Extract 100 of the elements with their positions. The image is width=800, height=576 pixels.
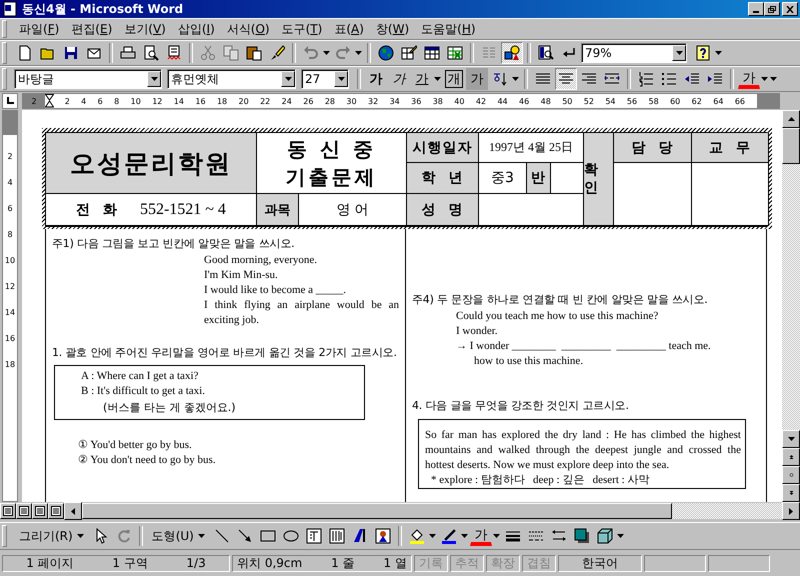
browse-object-button[interactable]: [782, 466, 800, 484]
ruler-number: 2: [64, 96, 70, 106]
menu-item[interactable]: 보기(V): [118, 20, 172, 38]
normal-view-button[interactable]: [0, 503, 16, 519]
table-cell: 영 어: [299, 194, 407, 226]
menu-item[interactable]: 표(A): [328, 20, 370, 38]
next-page-button[interactable]: [782, 484, 800, 502]
drawing-button[interactable]: [501, 42, 523, 64]
italic-button[interactable]: 가: [388, 68, 410, 90]
ruler-number: 16: [195, 96, 206, 106]
menu-item[interactable]: 서식(O): [220, 20, 276, 38]
previous-page-button[interactable]: [782, 448, 800, 466]
page-view-icon: [35, 506, 45, 516]
ruler-number: 30: [346, 96, 357, 106]
ruler-number: 58: [648, 96, 659, 106]
text-box-icon: [306, 528, 322, 544]
font-color-button[interactable]: 가: [738, 69, 760, 89]
question-text: 주1) 다음 그림을 보고 빈칸에 알맞은 말을 쓰시오.: [52, 236, 296, 252]
ruler-number: 4: [7, 178, 13, 187]
ruler-number: 26: [303, 96, 314, 106]
save-icon: [63, 45, 79, 61]
ruler-number: 42: [476, 96, 486, 106]
caret-icon: [428, 534, 436, 538]
menu-item[interactable]: 편집(E): [65, 20, 118, 38]
bold-button[interactable]: 가: [365, 68, 387, 90]
ruler-number: 2: [7, 152, 13, 161]
table-cell: 중3: [479, 163, 527, 194]
table-header-cell: 확 인: [584, 133, 614, 226]
restore-button[interactable]: [764, 2, 780, 16]
3d-box-icon: [596, 528, 613, 544]
ruler-number: 22: [260, 96, 270, 106]
menu-item[interactable]: 도구(T): [276, 20, 328, 38]
ruler-number: 14: [174, 96, 184, 106]
font-dropdown[interactable]: 휴먼옛체: [167, 69, 296, 89]
shaded-button[interactable]: 가: [466, 68, 488, 90]
ellipse-icon: [282, 528, 299, 544]
up-arrow-icon: [788, 117, 794, 121]
ruler-number: 6: [98, 96, 103, 106]
boxed-button[interactable]: 개: [443, 68, 465, 90]
sentence-text: → I wonder ________ _________ _________ teach me.: [455, 339, 712, 354]
scroll-up-button[interactable]: [782, 110, 800, 128]
sentence-text: I wonder.: [455, 324, 499, 339]
scroll-thumb[interactable]: [782, 128, 800, 164]
page-view-button[interactable]: [32, 503, 48, 519]
underline-button[interactable]: 가: [411, 68, 433, 90]
double-up-arrow-icon: [788, 455, 794, 459]
ruler-number: 28: [324, 96, 336, 106]
web-view-button[interactable]: [16, 503, 32, 519]
ruler-number: 16: [4, 334, 16, 343]
drawing-icon: [504, 45, 520, 61]
left-tab-icon: [6, 97, 14, 105]
draw-menu-button[interactable]: 그리기(R): [14, 525, 89, 547]
scroll-right-button[interactable]: [782, 502, 800, 520]
print-preview-icon: [143, 45, 159, 61]
ruler-number: 2: [23, 94, 45, 108]
scroll-thumb[interactable]: [82, 503, 672, 519]
sentence-text: Good morning, everyone.: [203, 253, 318, 268]
sentence-text: how to use this machine.: [473, 354, 584, 369]
close-button[interactable]: [782, 2, 798, 16]
minimize-button[interactable]: [748, 2, 764, 16]
menu-item[interactable]: 파일(F): [13, 20, 66, 38]
answer-choice: ① You'd better go by bus.: [78, 438, 193, 453]
status-text: 1 구역: [112, 554, 148, 572]
spelling-icon: [166, 45, 182, 61]
toolbar-grip[interactable]: [2, 524, 7, 548]
table-header-cell: 성 명: [407, 194, 479, 226]
toolbar-grip[interactable]: [2, 20, 7, 38]
rectangle-icon: [260, 528, 276, 544]
ruler-number: 38: [432, 96, 443, 106]
table-header-cell: 시행일자: [407, 133, 479, 163]
clip-art-icon: [374, 528, 391, 544]
web-view-icon: [19, 506, 29, 516]
toolbar-grip[interactable]: [2, 42, 7, 64]
ruler-number: 54: [605, 96, 616, 106]
zoom-dropdown[interactable]: 79%: [581, 43, 687, 63]
table-header-cell: 학 년: [407, 163, 479, 194]
arrow-icon: [236, 528, 253, 544]
menu-item[interactable]: 창(W): [370, 20, 416, 38]
menu-item[interactable]: 삽입(I): [172, 20, 221, 38]
tab-selector-button[interactable]: [2, 93, 18, 109]
toolbar-grip[interactable]: [2, 68, 7, 90]
scroll-left-button[interactable]: [64, 502, 82, 520]
font-color-button[interactable]: 가: [470, 526, 492, 546]
font-size-dropdown[interactable]: 27: [301, 69, 349, 89]
menu-item[interactable]: 도움말(H): [415, 20, 482, 38]
ruler-number: 44: [497, 96, 508, 106]
ruler-number: 50: [562, 96, 572, 106]
question-text: 주4) 두 문장을 하나로 연결할 때 빈 칸에 알맞은 말을 쓰시오.: [412, 292, 709, 308]
printer-icon: [120, 45, 136, 61]
undo-icon: [303, 45, 319, 61]
align-center-button[interactable]: [555, 68, 577, 90]
style-dropdown[interactable]: 바탕글: [14, 69, 162, 89]
autoshapes-menu-button[interactable]: 도형(U): [146, 525, 210, 547]
scroll-down-button[interactable]: [782, 430, 800, 448]
status-panel: [708, 554, 770, 572]
ruler-number: 32: [368, 96, 378, 106]
line-icon: [214, 528, 230, 544]
dialog-line: B : It's difficult to get a taxi.: [81, 384, 206, 399]
table-header-cell: 전 화: [76, 200, 118, 218]
outline-view-button[interactable]: [48, 503, 64, 519]
